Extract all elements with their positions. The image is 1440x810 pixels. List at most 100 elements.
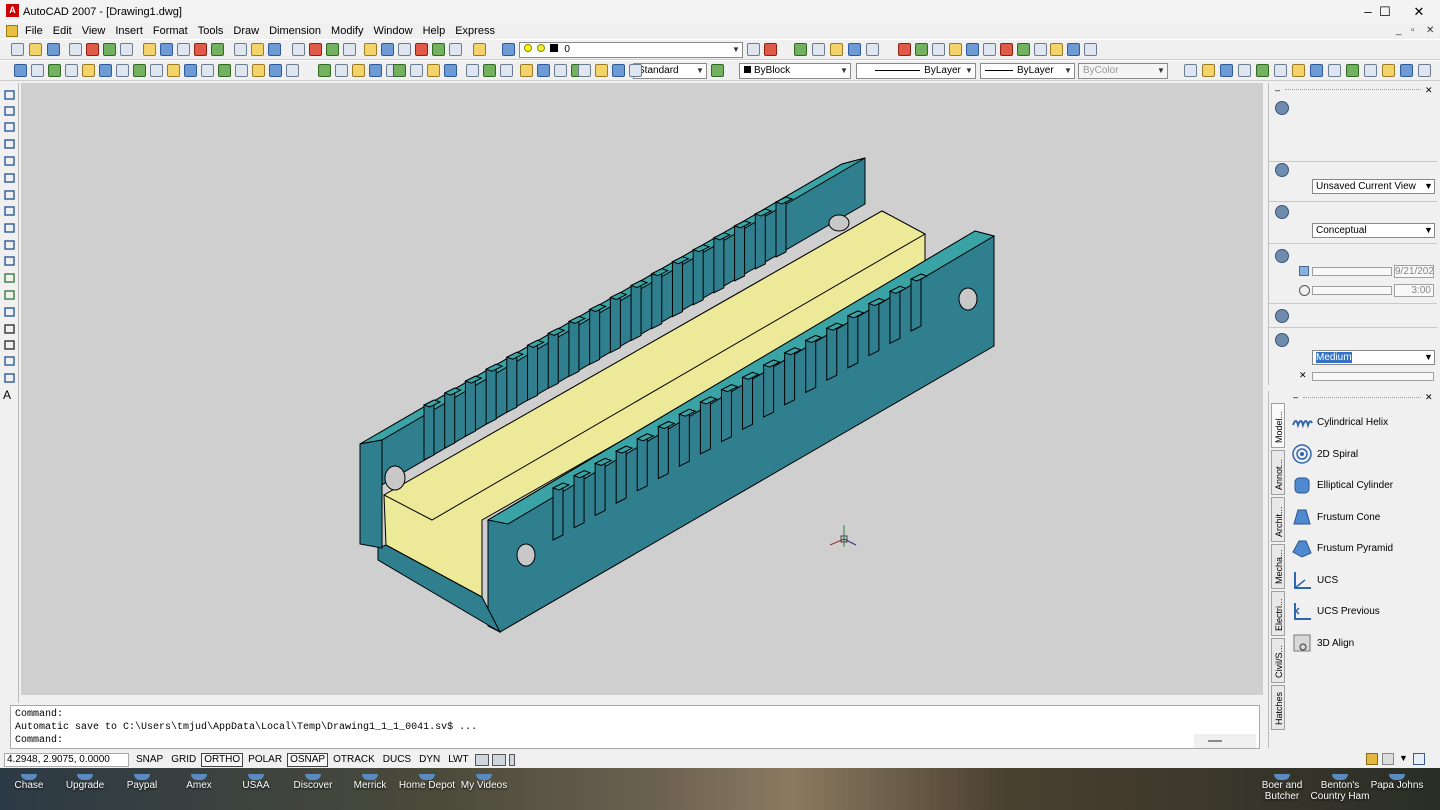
materials-icon[interactable] [1275,309,1289,323]
text-tool-icon[interactable]: A [3,388,16,402]
layer-dropdown[interactable]: 0 ▼ [519,42,743,58]
tool-ucs[interactable]: UCS [1291,567,1431,593]
toolbar-icon[interactable] [47,43,60,56]
date-slider[interactable] [1312,267,1392,276]
toolbar-icon[interactable] [1292,64,1305,77]
scroll-thumb[interactable] [1208,740,1222,742]
toolbar-icon[interactable] [82,64,95,77]
toolbar-icon[interactable] [537,64,550,77]
toolbar-icon[interactable] [252,64,265,77]
tab-mechanical[interactable]: Mecha... [1271,544,1285,589]
draw-tool-icon[interactable] [3,105,16,117]
view-dropdown[interactable]: Unsaved Current View ▼ [1312,179,1435,194]
lwt-toggle[interactable]: LWT [445,753,471,767]
palette-collapse-icon[interactable]: – [1293,392,1298,402]
draw-tool-icon[interactable] [3,289,16,301]
doc-close-button[interactable]: ✕ [1426,25,1434,36]
toolbar-icon[interactable] [1418,64,1431,77]
draw-tool-icon[interactable] [3,121,16,133]
toolbar-icon[interactable] [251,43,264,56]
toolbar-icon[interactable] [194,43,207,56]
toolbar-icon[interactable] [143,43,156,56]
toolbar-icon[interactable] [1382,64,1395,77]
status-menu-icon[interactable] [508,754,515,766]
draw-tool-icon[interactable] [3,155,16,167]
tab-civil[interactable]: Civil/S... [1271,638,1285,683]
toolbar-icon[interactable] [830,43,843,56]
draw-tool-icon[interactable] [3,138,16,150]
toolbar-icon[interactable] [69,43,82,56]
toolbar-icon[interactable] [711,64,724,77]
toolbar-icon[interactable] [612,64,625,77]
toolbar-icon[interactable] [48,64,61,77]
toolbar-icon[interactable] [554,64,567,77]
toolbar-icon[interactable] [393,64,406,77]
toolbar-icon[interactable] [29,43,42,56]
toolbar-icon[interactable] [966,43,979,56]
menu-file[interactable]: File [20,23,48,39]
lineweight-dropdown[interactable]: ByLayer ▼ [980,63,1075,79]
toolbar-icon[interactable] [747,43,760,56]
toolbar-icon[interactable] [629,64,642,77]
draw-tool-icon[interactable] [3,355,16,367]
toolbar-icon[interactable] [364,43,377,56]
toolbar-icon[interactable] [1084,43,1097,56]
toolbar-icon[interactable] [65,64,78,77]
menu-window[interactable]: Window [368,23,417,39]
toolbar-icon[interactable] [177,43,190,56]
menu-modify[interactable]: Modify [326,23,368,39]
toolbar-icon[interactable] [794,43,807,56]
grid-toggle[interactable]: GRID [168,753,199,767]
draw-tool-icon[interactable] [3,339,16,351]
toolbar-icon[interactable] [1000,43,1013,56]
toolbar-icon[interactable] [1238,64,1251,77]
drawing-canvas[interactable] [21,83,1263,695]
model-viewport[interactable] [21,83,1263,695]
toolbar-icon[interactable] [201,64,214,77]
chevron-down-icon[interactable]: ▼ [1399,753,1408,763]
toolbar-icon[interactable] [120,43,133,56]
toolbar-icon[interactable] [211,43,224,56]
clean-screen-icon[interactable] [1413,753,1425,765]
toolbar-icon[interactable] [292,43,305,56]
toolbar-icon[interactable] [103,43,116,56]
maximize-button[interactable]: ☐ [1368,0,1402,23]
toolbar-icon[interactable] [335,64,348,77]
menu-view[interactable]: View [77,23,111,39]
visual-style-icon[interactable] [1275,205,1289,219]
tab-architectural[interactable]: Archit... [1271,497,1285,542]
toolbar-icon[interactable] [14,64,27,77]
toolbar-icon[interactable] [160,43,173,56]
toolbar-icon[interactable] [269,64,282,77]
tool-3d-align[interactable]: 3D Align [1291,630,1431,656]
toolbar-icon[interactable] [1328,64,1341,77]
toolbar-icon[interactable] [309,43,322,56]
tool-frustum-cone[interactable]: Frustum Cone [1291,504,1431,530]
toolbar-icon[interactable] [381,43,394,56]
toolbar-icon[interactable] [343,43,356,56]
menu-dimension[interactable]: Dimension [264,23,326,39]
toolbar-icon[interactable] [167,64,180,77]
toolbar-icon[interactable] [1067,43,1080,56]
toolbar-icon[interactable] [369,64,382,77]
toolbar-icon[interactable] [1274,64,1287,77]
toolbar-icon[interactable] [427,64,440,77]
tab-hatches[interactable]: Hatches [1271,685,1285,730]
toolbar-icon[interactable] [502,43,515,56]
polar-toggle[interactable]: POLAR [245,753,285,767]
toolbar-icon[interactable] [318,64,331,77]
draw-tool-icon[interactable] [3,172,16,184]
toolbar-icon[interactable] [1050,43,1063,56]
draw-tool-icon[interactable] [3,189,16,201]
menu-draw[interactable]: Draw [228,23,264,39]
toolbar-icon[interactable] [268,43,281,56]
doc-minimize-button[interactable]: _ [1396,25,1402,36]
snap-toggle[interactable]: SNAP [133,753,166,767]
toolbar-icon[interactable] [483,64,496,77]
toolbar-icon[interactable] [218,64,231,77]
draw-tool-icon[interactable] [3,89,16,101]
tool-ucs-previous[interactable]: UCS Previous [1291,598,1431,624]
toolbar-icon[interactable] [398,43,411,56]
menu-tools[interactable]: Tools [193,23,229,39]
panel-collapse-icon[interactable]: – [1275,85,1280,95]
